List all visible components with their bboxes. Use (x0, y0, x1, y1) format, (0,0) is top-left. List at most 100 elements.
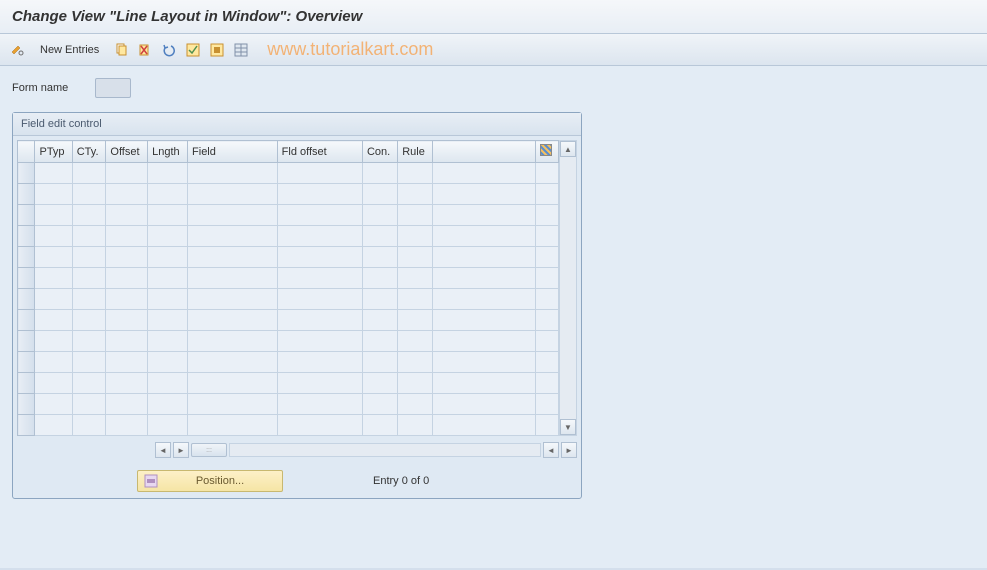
grid-cell[interactable] (398, 268, 433, 289)
grid-cell[interactable] (362, 226, 397, 247)
grid-cell[interactable] (398, 247, 433, 268)
grid-cell[interactable] (433, 205, 536, 226)
grid-cell[interactable] (277, 331, 362, 352)
grid-cell[interactable] (148, 331, 188, 352)
grid-cell[interactable] (277, 415, 362, 436)
grid-cell[interactable] (35, 205, 72, 226)
grid-cell[interactable] (72, 415, 106, 436)
grid-cell[interactable] (433, 394, 536, 415)
grid-cell[interactable] (277, 226, 362, 247)
grid-cell[interactable] (362, 415, 397, 436)
grid-cell[interactable] (72, 352, 106, 373)
grid-cell[interactable] (106, 289, 148, 310)
grid-cell[interactable] (148, 184, 188, 205)
grid-cell[interactable] (148, 289, 188, 310)
undo-button[interactable] (159, 40, 179, 60)
grid-cell[interactable] (398, 205, 433, 226)
grid-cell[interactable] (362, 268, 397, 289)
row-selector[interactable] (18, 289, 35, 310)
grid-cell[interactable] (35, 289, 72, 310)
row-selector[interactable] (18, 352, 35, 373)
scroll-up-button[interactable]: ▲ (560, 141, 576, 157)
col-header-cty[interactable]: CTy. (72, 141, 106, 163)
col-header-fldoffset[interactable]: Fld offset (277, 141, 362, 163)
row-selector[interactable] (18, 373, 35, 394)
grid-cell[interactable] (148, 394, 188, 415)
grid-cell[interactable] (106, 331, 148, 352)
grid-cell[interactable] (188, 289, 278, 310)
grid-cell[interactable] (188, 205, 278, 226)
grid-cell[interactable] (35, 184, 72, 205)
grid-cell[interactable] (72, 247, 106, 268)
grid-cell[interactable] (188, 373, 278, 394)
grid-cell[interactable] (433, 163, 536, 184)
grid-cell[interactable] (106, 352, 148, 373)
new-entries-button[interactable]: New Entries (32, 42, 107, 58)
grid-cell[interactable] (277, 163, 362, 184)
col-header-ptyp[interactable]: PTyp (35, 141, 72, 163)
grid-cell[interactable] (148, 205, 188, 226)
grid-cell[interactable] (106, 268, 148, 289)
vscroll-track[interactable] (560, 157, 576, 419)
grid-cell[interactable] (433, 352, 536, 373)
row-selector[interactable] (18, 415, 35, 436)
hscroll-track[interactable] (229, 443, 541, 457)
col-header-con[interactable]: Con. (362, 141, 397, 163)
grid-cell[interactable] (188, 415, 278, 436)
grid-cell[interactable] (398, 289, 433, 310)
grid-cell[interactable] (72, 331, 106, 352)
vertical-scrollbar[interactable]: ▲ ▼ (559, 140, 577, 436)
grid-cell[interactable] (277, 247, 362, 268)
copy-button[interactable] (111, 40, 131, 60)
grid-cell[interactable] (106, 184, 148, 205)
grid-cell[interactable] (35, 373, 72, 394)
row-selector[interactable] (18, 184, 35, 205)
row-selector[interactable] (18, 268, 35, 289)
grid-cell[interactable] (148, 226, 188, 247)
grid-cell[interactable] (188, 310, 278, 331)
grid-cell[interactable] (148, 310, 188, 331)
grid-cell[interactable] (398, 184, 433, 205)
form-name-input[interactable] (95, 78, 131, 98)
grid-cell[interactable] (362, 352, 397, 373)
grid-cell[interactable] (72, 226, 106, 247)
grid-cell[interactable] (188, 352, 278, 373)
grid-cell[interactable] (362, 289, 397, 310)
scroll-left-button[interactable]: ◄ (155, 442, 171, 458)
grid-cell[interactable] (433, 226, 536, 247)
grid-cell[interactable] (35, 310, 72, 331)
grid-cell[interactable] (277, 268, 362, 289)
grid-cell[interactable] (362, 184, 397, 205)
grid-cell[interactable] (188, 226, 278, 247)
grid-cell[interactable] (35, 247, 72, 268)
grid-cell[interactable] (433, 310, 536, 331)
grid-cell[interactable] (188, 268, 278, 289)
col-header-rule[interactable]: Rule (398, 141, 433, 163)
grid-cell[interactable] (35, 268, 72, 289)
grid-cell[interactable] (433, 268, 536, 289)
scroll-left-end-button[interactable]: ◄ (543, 442, 559, 458)
col-header-field[interactable]: Field (188, 141, 278, 163)
grid-cell[interactable] (277, 289, 362, 310)
grid-cell[interactable] (148, 268, 188, 289)
grid-cell[interactable] (148, 373, 188, 394)
grid-cell[interactable] (433, 184, 536, 205)
position-button[interactable]: Position... (137, 470, 283, 492)
configure-columns-button[interactable] (535, 141, 558, 163)
grid-cell[interactable] (398, 226, 433, 247)
grid-cell[interactable] (362, 331, 397, 352)
col-header-lngth[interactable]: Lngth (148, 141, 188, 163)
grid-cell[interactable] (277, 394, 362, 415)
grid-cell[interactable] (35, 352, 72, 373)
grid-cell[interactable] (362, 205, 397, 226)
select-all-button[interactable] (183, 40, 203, 60)
scroll-down-button[interactable]: ▼ (560, 419, 576, 435)
grid-cell[interactable] (35, 415, 72, 436)
grid-cell[interactable] (433, 373, 536, 394)
grid-cell[interactable] (106, 163, 148, 184)
grid-cell[interactable] (148, 163, 188, 184)
grid-cell[interactable] (362, 310, 397, 331)
grid-cell[interactable] (398, 310, 433, 331)
grid-cell[interactable] (35, 226, 72, 247)
grid-cell[interactable] (277, 373, 362, 394)
